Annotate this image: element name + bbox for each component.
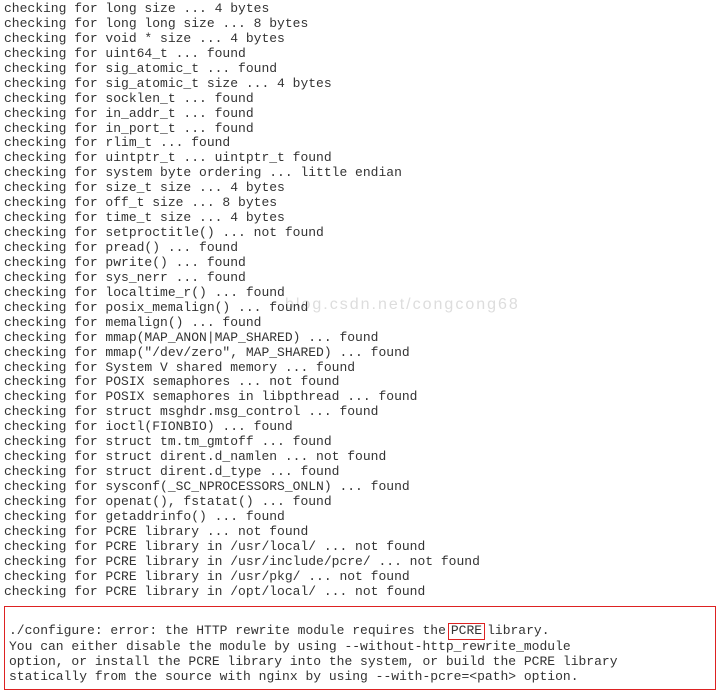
terminal-line: checking for PCRE library in /opt/local/… — [4, 585, 716, 600]
terminal-line: checking for long size ... 4 bytes — [4, 2, 716, 17]
terminal-output: checking for long size ... 4 byteschecki… — [4, 2, 716, 600]
error-line-3: option, or install the PCRE library into… — [9, 655, 711, 670]
terminal-line: checking for uintptr_t ... uintptr_t fou… — [4, 151, 716, 166]
terminal-line: checking for long long size ... 8 bytes — [4, 17, 716, 32]
terminal-line: checking for posix_memalign() ... found — [4, 301, 716, 316]
terminal-line: checking for struct dirent.d_namlen ... … — [4, 450, 716, 465]
terminal-line: checking for PCRE library in /usr/pkg/ .… — [4, 570, 716, 585]
terminal-line: checking for localtime_r() ... found — [4, 286, 716, 301]
terminal-line: checking for PCRE library in /usr/includ… — [4, 555, 716, 570]
terminal-line: checking for mmap("/dev/zero", MAP_SHARE… — [4, 346, 716, 361]
terminal-line: checking for setproctitle() ... not foun… — [4, 226, 716, 241]
terminal-line: checking for pread() ... found — [4, 241, 716, 256]
terminal-line: checking for system byte ordering ... li… — [4, 166, 716, 181]
terminal-line: checking for mmap(MAP_ANON|MAP_SHARED) .… — [4, 331, 716, 346]
terminal-line: checking for rlim_t ... found — [4, 136, 716, 151]
terminal-line: checking for memalign() ... found — [4, 316, 716, 331]
terminal-line: checking for sig_atomic_t size ... 4 byt… — [4, 77, 716, 92]
terminal-line: checking for POSIX semaphores ... not fo… — [4, 375, 716, 390]
error-blank — [9, 609, 711, 624]
terminal-line: checking for in_port_t ... found — [4, 122, 716, 137]
terminal-line: checking for void * size ... 4 bytes — [4, 32, 716, 47]
terminal-line: checking for size_t size ... 4 bytes — [4, 181, 716, 196]
terminal-line: checking for POSIX semaphores in libpthr… — [4, 390, 716, 405]
terminal-line: checking for pwrite() ... found — [4, 256, 716, 271]
terminal-line: checking for openat(), fstatat() ... fou… — [4, 495, 716, 510]
terminal-line: checking for ioctl(FIONBIO) ... found — [4, 420, 716, 435]
terminal-line: checking for System V shared memory ... … — [4, 361, 716, 376]
terminal-line: checking for struct dirent.d_type ... fo… — [4, 465, 716, 480]
terminal-line: checking for off_t size ... 8 bytes — [4, 196, 716, 211]
terminal-line: checking for sys_nerr ... found — [4, 271, 716, 286]
terminal-line: checking for struct tm.tm_gmtoff ... fou… — [4, 435, 716, 450]
terminal-line: checking for time_t size ... 4 bytes — [4, 211, 716, 226]
error-line-4: statically from the source with nginx by… — [9, 670, 711, 685]
error-message-box: ./configure: error: the HTTP rewrite mod… — [4, 606, 716, 691]
terminal-line: checking for uint64_t ... found — [4, 47, 716, 62]
pcre-highlight: PCRE — [448, 623, 485, 640]
terminal-line: checking for sysconf(_SC_NPROCESSORS_ONL… — [4, 480, 716, 495]
terminal-line: checking for getaddrinfo() ... found — [4, 510, 716, 525]
terminal-line: checking for in_addr_t ... found — [4, 107, 716, 122]
terminal-line: checking for PCRE library in /usr/local/… — [4, 540, 716, 555]
terminal-line: checking for sig_atomic_t ... found — [4, 62, 716, 77]
terminal-line: checking for struct msghdr.msg_control .… — [4, 405, 716, 420]
error-line-2: You can either disable the module by usi… — [9, 640, 711, 655]
terminal-line: checking for socklen_t ... found — [4, 92, 716, 107]
error-line-1: ./configure: error: the HTTP rewrite mod… — [9, 623, 711, 640]
terminal-line: checking for PCRE library ... not found — [4, 525, 716, 540]
